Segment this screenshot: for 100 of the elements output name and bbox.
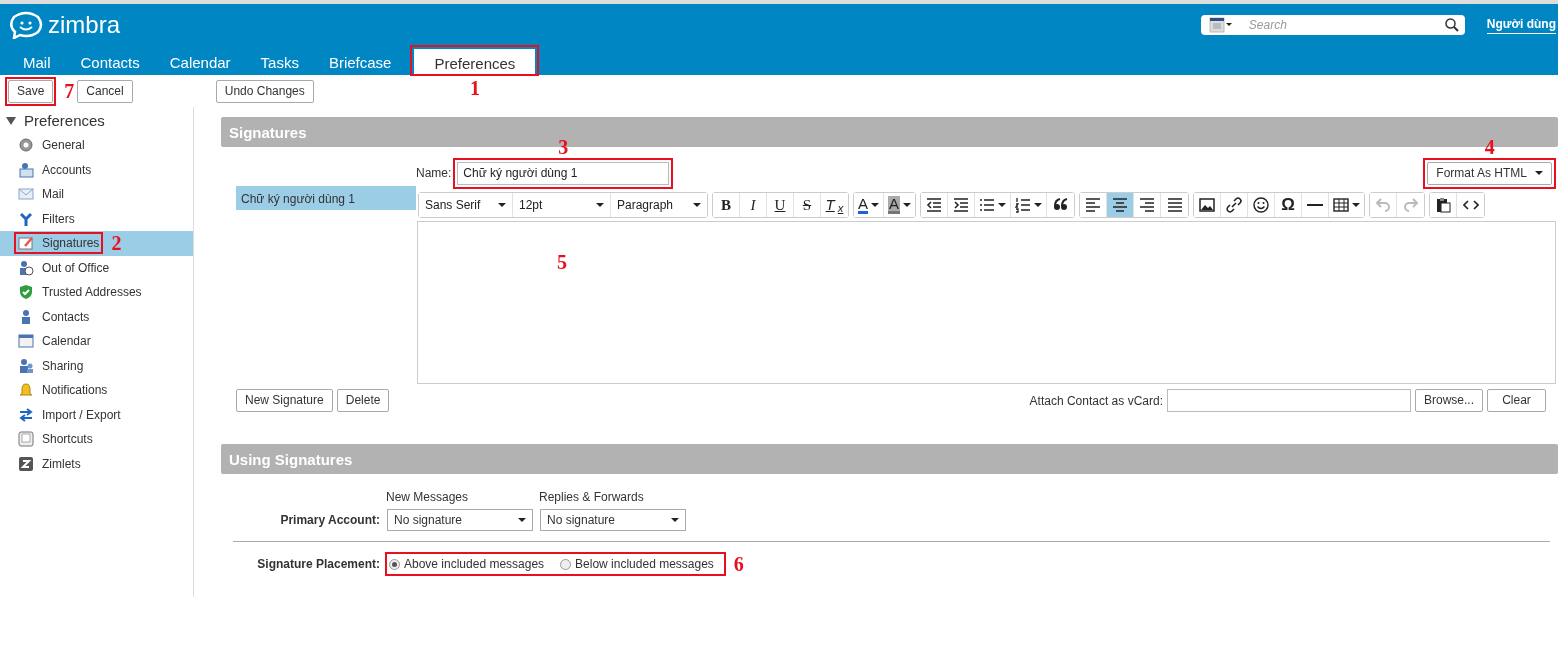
clipboard-button[interactable] [1430, 193, 1458, 217]
outdent-icon [926, 197, 943, 213]
user-name-link[interactable]: Người dùng [1486, 15, 1556, 34]
caret-icon [1535, 171, 1543, 175]
sidebar-heading[interactable]: Preferences [24, 109, 105, 133]
align-center-icon [1112, 197, 1129, 213]
signature-dropdown[interactable]: No signature [387, 509, 533, 531]
annotation-number: 4 [1484, 136, 1495, 157]
z-tile-icon [18, 455, 34, 472]
smiley-icon [1253, 197, 1270, 213]
person-clock-icon [18, 259, 34, 276]
annotation-number: 7 [64, 81, 75, 101]
annotation-number: 5 [557, 252, 567, 272]
keyboard-key-icon [18, 431, 34, 448]
caret-icon [693, 203, 701, 207]
fork-arrow-icon [18, 210, 34, 227]
nav-tab[interactable]: Contacts [65, 48, 155, 75]
caret-icon [498, 203, 506, 207]
caret-icon [871, 203, 879, 207]
field-label: Signature Placement: [256, 556, 380, 573]
action-button[interactable]: Clear [1487, 389, 1546, 412]
redo-icon [1402, 198, 1419, 212]
toolbar-button[interactable]: Save [8, 79, 54, 103]
dropdown[interactable]: Sans Serif [419, 193, 513, 217]
toolbar-button[interactable]: Undo Changes [215, 79, 314, 103]
indent-icon [953, 197, 970, 213]
nav-tab[interactable]: Mail [8, 48, 66, 75]
table-icon [1333, 197, 1350, 213]
toolbar-button[interactable]: Cancel [77, 79, 133, 103]
clipboard-icon [1435, 197, 1452, 213]
caret-icon [998, 203, 1007, 207]
person-envelope-icon [18, 161, 34, 178]
editor-area[interactable]: 5 [417, 221, 1556, 384]
sidebar-item[interactable]: Sharing [18, 356, 84, 375]
radio-button[interactable] [560, 558, 572, 570]
sidebar-item[interactable]: Zimlets [18, 454, 81, 473]
sidebar-item[interactable]: Trusted Addresses [18, 283, 142, 302]
horizontal-rule-icon [1307, 204, 1324, 206]
bulleted-list-icon [979, 197, 996, 213]
format-dropdown[interactable]: Format As HTML [1427, 161, 1552, 185]
align-left-button[interactable] [1080, 193, 1108, 217]
radio-button[interactable] [389, 558, 400, 570]
annotation-number: 2 [111, 233, 122, 254]
smiley-bubble-icon [8, 10, 44, 39]
sidebar-item[interactable]: Mail [18, 185, 64, 204]
image-icon [1199, 197, 1216, 213]
search-icon[interactable] [1444, 17, 1459, 32]
name-field[interactable]: Chữ ký người dùng 1 [457, 161, 670, 185]
numbered-list-icon [1015, 197, 1032, 213]
sidebar-item[interactable]: Signatures [18, 234, 100, 253]
caret-icon [596, 203, 604, 207]
people-icon [18, 357, 34, 374]
undo-icon [1375, 198, 1392, 212]
shield-check-icon [18, 284, 34, 301]
signature-dropdown[interactable]: No signature [540, 509, 686, 531]
bell-icon [18, 382, 34, 399]
logo-text: zimbra [48, 12, 120, 37]
vcard-field[interactable] [1167, 389, 1411, 412]
text-color-button[interactable]: A [854, 193, 884, 217]
column-label: New Messages [386, 489, 470, 506]
image-button[interactable] [1194, 193, 1222, 217]
pen-paper-icon [18, 235, 34, 252]
sidebar-item[interactable]: Notifications [18, 381, 108, 400]
expanded-triangle-icon[interactable] [6, 117, 16, 125]
caret-icon [1034, 203, 1043, 207]
sidebar-item[interactable]: Import / Export [18, 405, 121, 424]
sidebar-item[interactable]: Shortcuts [18, 430, 93, 449]
annotation-number: 1 [469, 78, 480, 98]
calendar-icon [18, 333, 34, 350]
sidebar-item[interactable]: Contacts [18, 307, 90, 326]
nav-tab[interactable]: Preferences [414, 49, 536, 74]
calendar-icon[interactable] [1208, 16, 1233, 33]
vcard-label: Attach Contact as vCard: [1029, 392, 1163, 410]
align-center-button[interactable] [1107, 193, 1135, 217]
gear-icon [18, 137, 34, 154]
sidebar-item[interactable]: Accounts [18, 160, 92, 179]
sidebar-item[interactable]: Calendar [18, 332, 91, 351]
outdent-button[interactable] [921, 193, 949, 217]
nav-tab[interactable]: Tasks [245, 48, 314, 75]
caret-icon [1352, 203, 1361, 207]
format-button[interactable]: B [713, 193, 740, 217]
action-button[interactable]: Delete [336, 389, 390, 412]
link-icon [1226, 197, 1243, 213]
align-right-icon [1139, 197, 1156, 213]
swap-arrows-icon [18, 406, 34, 423]
nav-tab[interactable]: Briefcase [313, 48, 407, 75]
action-button[interactable]: Browse... [1415, 389, 1483, 412]
section-header: Using Signatures [221, 444, 1558, 474]
sidebar-item[interactable]: Filters [18, 209, 75, 228]
search-field[interactable]: Search [1200, 14, 1465, 35]
quote-icon [1052, 197, 1069, 213]
column-label: Replies & Forwards [539, 489, 645, 506]
signature-list-item[interactable]: Chữ ký người dùng 1 [236, 186, 416, 210]
caret-icon [903, 203, 912, 207]
sidebar-item[interactable]: Out of Office [18, 258, 110, 277]
nav-tab[interactable]: Calendar [154, 48, 246, 75]
justify-icon [1166, 197, 1183, 213]
action-button[interactable]: New Signature [236, 389, 333, 412]
annotation-number: 3 [558, 136, 569, 157]
sidebar-item[interactable]: General [18, 136, 85, 155]
